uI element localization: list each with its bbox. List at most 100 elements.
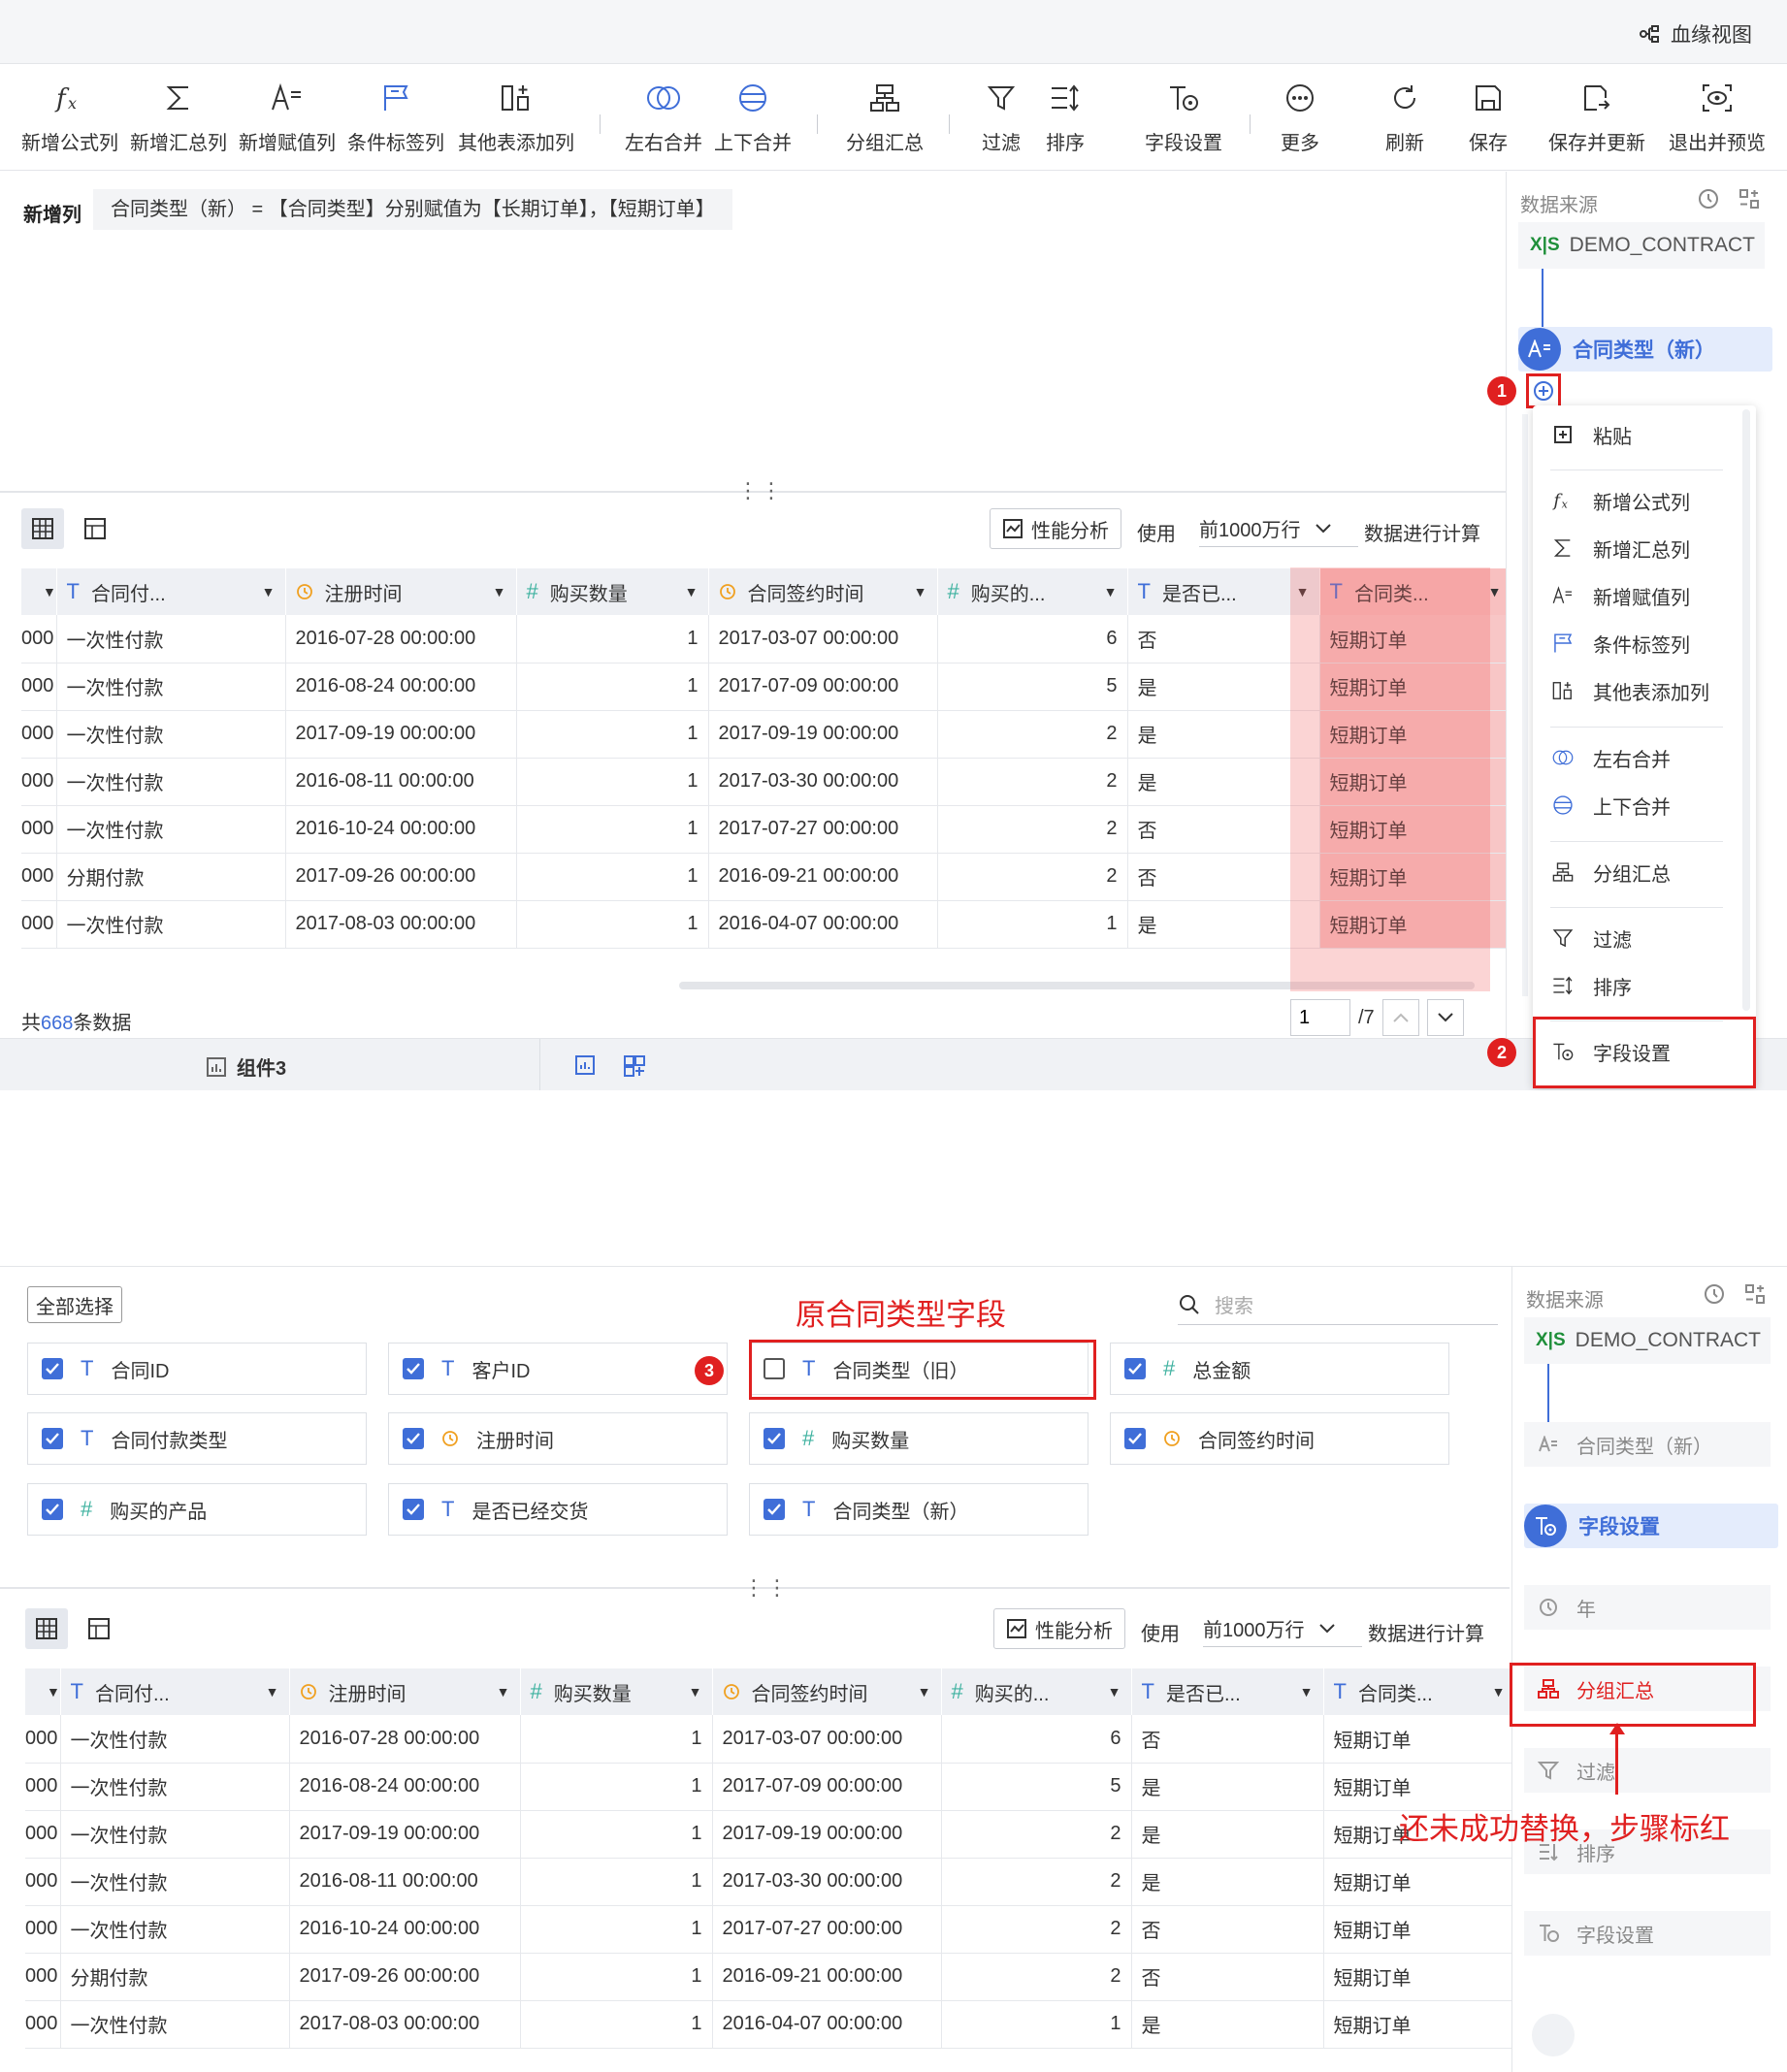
table-row[interactable]: 000 一次性付款 2017-08-03 00:00:00 1 2016-04-07 0…	[21, 900, 1512, 949]
column-header[interactable]: ▼	[21, 568, 57, 615]
column-header[interactable]: T 合同付... ▼	[56, 568, 286, 615]
toolbar-save-button[interactable]: 保存	[1459, 64, 1517, 171]
table-row[interactable]: 000 一次性付款 2016-10-24 00:00:00 1 2017-07-27 0…	[21, 805, 1512, 854]
page-input[interactable]	[1290, 999, 1350, 1036]
menu-item-filter[interactable]: 过滤	[1550, 919, 1632, 957]
checkbox-checked[interactable]	[42, 1428, 63, 1449]
toolbar-save-update-button[interactable]: 保存并更新	[1546, 64, 1647, 171]
menu-item-group[interactable]: 分组汇总	[1550, 853, 1671, 891]
column-header[interactable]: 合同签约时间 ▼	[712, 1668, 942, 1715]
field-option[interactable]: T 合同ID	[27, 1343, 367, 1395]
rows-select[interactable]: 前1000万行	[1203, 1614, 1362, 1647]
add-chart-icon[interactable]	[574, 1054, 598, 1078]
field-option[interactable]: # 购买的产品	[27, 1483, 367, 1536]
column-header[interactable]: T 合同付... ▼	[60, 1668, 290, 1715]
layout-icon[interactable]	[1743, 1282, 1767, 1306]
toolbar-add-column-button[interactable]: 其他表添加列	[453, 64, 579, 171]
table-row[interactable]: 000 分期付款 2017-09-26 00:00:00 1 2016-09-21 00…	[21, 853, 1512, 901]
table-row[interactable]: 000 一次性付款 2016-10-24 00:00:00 1 2017-07-27 0…	[25, 1905, 1516, 1954]
toolbar-formula-button[interactable]: f x 新增公式列	[12, 64, 128, 171]
prev-page-button[interactable]	[1381, 999, 1419, 1036]
performance-analysis-button[interactable]: 性能分析	[990, 508, 1121, 549]
toolbar-refresh-button[interactable]: 刷新	[1376, 64, 1434, 171]
column-header[interactable]: 注册时间 ▼	[289, 1668, 521, 1715]
history-icon[interactable]	[1703, 1282, 1726, 1306]
column-header[interactable]: T 合同类... ▼	[1319, 568, 1512, 615]
toolbar-filter-button[interactable]: 过滤	[972, 64, 1030, 171]
drag-handle-icon[interactable]: ⋮⋮	[743, 1575, 790, 1601]
table-row[interactable]: 000 一次性付款 2016-08-24 00:00:00 1 2017-07-09 0…	[25, 1763, 1516, 1811]
column-header[interactable]: ▼	[25, 1668, 61, 1715]
step-field-settings-2[interactable]: 字段设置	[1524, 1911, 1771, 1956]
column-header[interactable]: # 购买数量 ▼	[516, 568, 709, 615]
checkbox-checked[interactable]	[403, 1499, 424, 1520]
column-header[interactable]: # 购买的... ▼	[941, 1668, 1132, 1715]
checkbox-checked[interactable]	[764, 1499, 785, 1520]
field-option[interactable]: 注册时间	[388, 1412, 728, 1465]
column-header[interactable]: T 是否已... ▼	[1131, 1668, 1324, 1715]
menu-item-paste[interactable]: 粘贴	[1550, 415, 1632, 454]
menu-item-assign[interactable]: 新增赋值列	[1550, 576, 1690, 615]
field-option[interactable]: # 总金额	[1110, 1343, 1449, 1395]
menu-scrollbar[interactable]	[1742, 409, 1750, 1011]
history-icon[interactable]	[1697, 187, 1720, 210]
table-row[interactable]: 000 一次性付款 2016-08-24 00:00:00 1 2017-07-09 0…	[21, 663, 1512, 711]
table-row[interactable]: 000 一次性付款 2017-08-03 00:00:00 1 2016-04-07 0…	[25, 2000, 1516, 2049]
step-new-column[interactable]: 合同类型（新）	[1518, 327, 1772, 372]
data-source-item[interactable]: X|S DEMO_CONTRACT	[1518, 222, 1765, 269]
checkbox-checked[interactable]	[1124, 1428, 1146, 1449]
menu-item-add-column[interactable]: 其他表添加列	[1550, 671, 1709, 710]
field-option[interactable]: 合同签约时间	[1110, 1412, 1449, 1465]
component-tab[interactable]: 组件3	[206, 1052, 286, 1081]
table-row[interactable]: 000 一次性付款 2017-09-19 00:00:00 1 2017-09-19 0…	[21, 710, 1512, 759]
next-page-button[interactable]	[1426, 999, 1464, 1036]
column-header[interactable]: # 购买的... ▼	[937, 568, 1128, 615]
field-option[interactable]: # 购买数量	[749, 1412, 1088, 1465]
detail-view-button[interactable]	[74, 508, 116, 549]
field-option[interactable]: T 客户ID	[388, 1343, 728, 1395]
toolbar-group-button[interactable]: 分组汇总	[841, 64, 928, 171]
detail-view-button[interactable]	[78, 1608, 120, 1649]
toolbar-exit-preview-button[interactable]: 退出并预览	[1667, 64, 1768, 171]
column-header[interactable]: # 购买数量 ▼	[520, 1668, 713, 1715]
field-option[interactable]: T 是否已经交货	[388, 1483, 728, 1536]
checkbox-checked[interactable]	[403, 1428, 424, 1449]
table-row[interactable]: 000 一次性付款 2016-08-11 00:00:00 1 2017-03-30 0…	[25, 1858, 1516, 1906]
table-row[interactable]: 000 一次性付款 2016-07-28 00:00:00 1 2017-03-07 0…	[21, 615, 1512, 664]
toolbar-field-settings-button[interactable]: 字段设置	[1140, 64, 1227, 171]
menu-item-sigma[interactable]: 新增汇总列	[1550, 529, 1690, 567]
checkbox-checked[interactable]	[42, 1358, 63, 1379]
toolbar-more-button[interactable]: 更多	[1271, 64, 1329, 171]
menu-item-merge-lr[interactable]: 左右合并	[1550, 738, 1671, 777]
menu-item-formula[interactable]: f x 新增公式列	[1550, 481, 1690, 520]
table-row[interactable]: 000 分期付款 2017-09-26 00:00:00 1 2016-09-21 00…	[25, 1953, 1516, 2001]
step-field-settings-active[interactable]: 字段设置	[1524, 1504, 1778, 1548]
horizontal-scrollbar[interactable]	[679, 982, 1475, 989]
select-all-button[interactable]: 全部选择	[27, 1286, 122, 1323]
checkbox-checked[interactable]	[42, 1499, 63, 1520]
toolbar-flag-button[interactable]: 条件标签列	[346, 64, 445, 171]
column-header[interactable]: T 合同类... ▼	[1323, 1668, 1516, 1715]
rows-select[interactable]: 前1000万行	[1199, 514, 1358, 547]
step-filter[interactable]: 过滤	[1524, 1748, 1771, 1793]
toolbar-sort-button[interactable]: 排序	[1036, 64, 1094, 171]
menu-item-merge-tb[interactable]: 上下合并	[1550, 786, 1671, 825]
menu-item-flag[interactable]: 条件标签列	[1550, 624, 1690, 663]
toolbar-merge-lr-button[interactable]: 左右合并	[622, 64, 705, 171]
checkbox-checked[interactable]	[764, 1428, 785, 1449]
field-option[interactable]: T 合同类型（新）	[749, 1483, 1088, 1536]
column-header[interactable]: 合同签约时间 ▼	[708, 568, 938, 615]
formula-expression[interactable]: 合同类型（新） = 【合同类型】分别赋值为【长期订单】，【短期订单】	[93, 189, 732, 230]
table-row[interactable]: 000 一次性付款 2016-08-11 00:00:00 1 2017-03-30 0…	[21, 758, 1512, 806]
layout-icon[interactable]	[1738, 187, 1761, 210]
field-option[interactable]: T 合同付款类型	[27, 1412, 367, 1465]
column-header[interactable]: 注册时间 ▼	[285, 568, 517, 615]
toolbar-assign-button[interactable]: 新增赋值列	[238, 64, 337, 171]
column-header[interactable]: T 是否已... ▼	[1127, 568, 1320, 615]
data-source-item[interactable]: X|S DEMO_CONTRACT	[1524, 1317, 1771, 1364]
drag-handle-icon[interactable]: ⋮⋮	[737, 478, 784, 503]
field-search[interactable]: 搜索	[1178, 1290, 1498, 1325]
table-row[interactable]: 000 一次性付款 2017-09-19 00:00:00 1 2017-09-19 0…	[25, 1810, 1516, 1859]
lineage-view-button[interactable]: 血缘视图	[1640, 19, 1752, 49]
checkbox-checked[interactable]	[1124, 1358, 1146, 1379]
